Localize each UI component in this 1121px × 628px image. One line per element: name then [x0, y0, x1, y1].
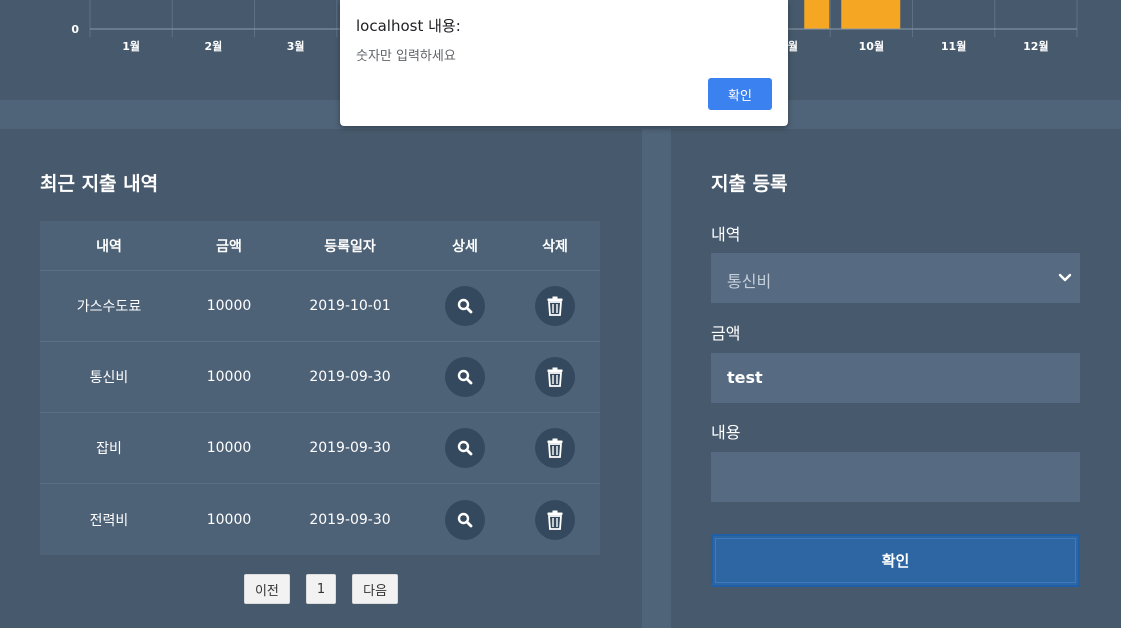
amount-input-value: test — [727, 368, 763, 387]
x-tick-label: 11월 — [941, 39, 966, 53]
detail-button[interactable] — [445, 499, 485, 540]
category-label: 내역 — [711, 225, 741, 244]
alert-dialog: localhost 내용: 숫자만 입력하세요 확인 — [340, 0, 788, 126]
row-detail-cell — [420, 499, 510, 540]
row-detail-cell — [420, 357, 510, 397]
x-tick-label: 1월 — [122, 39, 140, 53]
table-body: 가스수도료 10000 2019-10-01 통신비 10000 2019-09-30 잡비… — [40, 271, 600, 555]
recent-expenses-title: 최근 지출 내역 — [40, 173, 159, 195]
detail-button[interactable] — [445, 286, 485, 326]
search-icon — [457, 298, 473, 314]
table-row: 전력비 10000 2019-09-30 — [40, 484, 600, 555]
page-1-button[interactable]: 1 — [305, 574, 337, 604]
row-item: 통신비 — [89, 370, 129, 386]
content-label: 내용 — [711, 423, 741, 442]
delete-button[interactable] — [535, 428, 575, 468]
prev-page-button[interactable]: 이전 — [243, 574, 290, 604]
detail-button[interactable] — [445, 428, 485, 468]
row-amount: 10000 — [206, 511, 252, 528]
alert-ok-button[interactable]: 확인 — [708, 78, 772, 110]
bar-10 — [841, 0, 901, 29]
amount-label: 금액 — [711, 324, 741, 343]
pagination: 이전 1 다음 — [0, 574, 642, 604]
table-header: 내역 금액 등록일자 상세 삭제 — [40, 221, 600, 271]
row-item: 잡비 — [96, 441, 122, 457]
row-date: 2019-10-01 — [309, 298, 391, 314]
header-date: 등록일자 — [324, 238, 376, 255]
next-page-button[interactable]: 다음 — [352, 574, 399, 604]
trash-icon — [547, 367, 563, 387]
header-amount: 금액 — [216, 238, 242, 255]
alert-title: localhost 내용: — [356, 17, 461, 35]
category-select[interactable]: 통신비 — [711, 253, 1080, 303]
row-item: 전력비 — [89, 512, 129, 529]
alert-message: 숫자만 입력하세요 — [356, 49, 456, 64]
trash-icon — [547, 438, 563, 458]
row-amount: 10000 — [206, 369, 252, 385]
column-gutter — [642, 129, 671, 628]
row-delete-cell — [510, 286, 600, 326]
expense-form-title: 지출 등록 — [711, 173, 788, 195]
row-delete-cell — [510, 428, 600, 468]
x-tick-label: 2월 — [204, 39, 222, 53]
header-item: 내역 — [96, 238, 122, 255]
table-row: 가스수도료 10000 2019-10-01 — [40, 271, 600, 342]
row-item: 가스수도료 — [76, 299, 142, 315]
recent-expenses-panel: 최근 지출 내역 내역 금액 등록일자 상세 삭제 가스수도료 10000 2019… — [0, 129, 642, 628]
row-detail-cell — [420, 428, 510, 468]
content-input[interactable] — [711, 452, 1080, 502]
table-row: 통신비 10000 2019-09-30 — [40, 342, 600, 413]
y-tick-label: 0 — [71, 23, 79, 36]
submit-button[interactable]: 확인 — [711, 534, 1080, 587]
search-icon — [457, 440, 473, 456]
chevron-down-icon — [1058, 270, 1072, 289]
row-amount: 10000 — [206, 440, 252, 456]
x-tick-label: 3월 — [287, 39, 305, 53]
delete-button[interactable] — [535, 357, 575, 397]
header-detail: 상세 — [452, 238, 478, 255]
bar-9 — [804, 0, 830, 29]
x-tick-label: 12월 — [1023, 39, 1048, 53]
x-tick-label: 10월 — [859, 39, 884, 53]
row-date: 2019-09-30 — [309, 369, 391, 385]
search-icon — [457, 512, 473, 528]
trash-icon — [547, 510, 563, 530]
row-detail-cell — [420, 286, 510, 326]
row-delete-cell — [510, 357, 600, 397]
detail-button[interactable] — [445, 357, 485, 397]
expense-table: 내역 금액 등록일자 상세 삭제 가스수도료 10000 2019-10-01 통신비… — [40, 221, 600, 555]
table-row: 잡비 10000 2019-09-30 — [40, 413, 600, 484]
row-date: 2019-09-30 — [309, 440, 391, 456]
category-select-value: 통신비 — [727, 272, 772, 291]
trash-icon — [547, 296, 563, 316]
row-date: 2019-09-30 — [309, 511, 391, 528]
delete-button[interactable] — [535, 499, 575, 540]
expense-form-panel: 지출 등록 내역 통신비 금액 test 내용 확인 — [671, 129, 1121, 628]
row-amount: 10000 — [206, 298, 252, 314]
search-icon — [457, 369, 473, 385]
header-delete: 삭제 — [542, 238, 568, 255]
delete-button[interactable] — [535, 286, 575, 326]
row-delete-cell — [510, 499, 600, 540]
amount-input[interactable]: test — [711, 353, 1080, 403]
